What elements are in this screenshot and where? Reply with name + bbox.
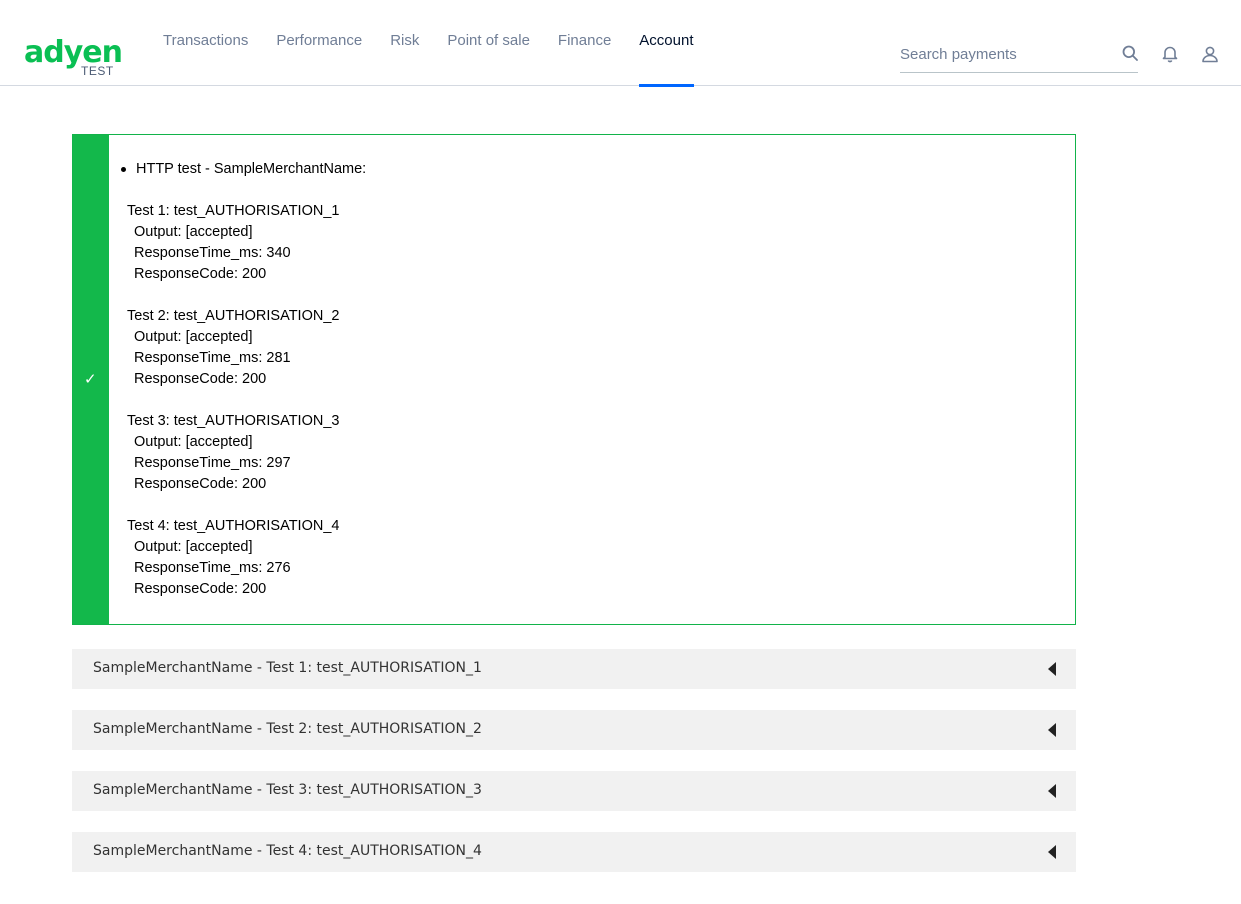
- accordion-label: SampleMerchantName - Test 4: test_AUTHOR…: [93, 843, 482, 859]
- result-heading: HTTP test - SampleMerchantName:: [121, 159, 366, 180]
- test-response-time: ResponseTime_ms: 276: [134, 560, 291, 576]
- nav-item-performance[interactable]: Performance: [262, 0, 376, 86]
- test-result-block: Test 4: test_AUTHORISATION_4 Output: [ac…: [127, 516, 366, 600]
- nav-item-finance[interactable]: Finance: [544, 0, 625, 86]
- test-output: Output: [accepted]: [134, 329, 253, 345]
- triangle-left-icon[interactable]: [1048, 662, 1056, 676]
- test-result-block: Test 2: test_AUTHORISATION_2 Output: [ac…: [127, 306, 366, 390]
- top-header: adyen TEST Transactions Performance Risk…: [0, 0, 1241, 87]
- triangle-left-icon[interactable]: [1048, 784, 1056, 798]
- test-response-time: ResponseTime_ms: 281: [134, 350, 291, 366]
- check-icon: ✓: [84, 370, 97, 388]
- accordion-test-4[interactable]: SampleMerchantName - Test 4: test_AUTHOR…: [72, 832, 1076, 872]
- test-response-time: ResponseTime_ms: 297: [134, 455, 291, 471]
- nav-item-label: Account: [639, 31, 694, 49]
- test-response-code: ResponseCode: 200: [134, 581, 267, 597]
- test-title: Test 3: test_AUTHORISATION_3: [127, 413, 340, 429]
- test-response-time: ResponseTime_ms: 340: [134, 245, 291, 261]
- nav-item-label: Point of sale: [447, 31, 530, 49]
- bell-icon[interactable]: [1162, 45, 1178, 63]
- main-nav: Transactions Performance Risk Point of s…: [149, 0, 708, 87]
- nav-item-transactions[interactable]: Transactions: [149, 0, 262, 86]
- adyen-logo[interactable]: adyen TEST: [24, 38, 123, 79]
- accordion-label: SampleMerchantName - Test 1: test_AUTHOR…: [93, 660, 482, 676]
- nav-item-label: Finance: [557, 31, 612, 49]
- status-bar-success: ✓: [73, 135, 109, 624]
- test-response-code: ResponseCode: 200: [134, 371, 267, 387]
- nav-item-point-of-sale[interactable]: Point of sale: [433, 0, 544, 86]
- test-output: Output: [accepted]: [134, 434, 253, 450]
- triangle-left-icon[interactable]: [1048, 723, 1056, 737]
- nav-item-label: Performance: [276, 31, 363, 49]
- test-result-block: Test 3: test_AUTHORISATION_3 Output: [ac…: [127, 411, 366, 495]
- accordion-test-3[interactable]: SampleMerchantName - Test 3: test_AUTHOR…: [72, 771, 1076, 811]
- test-output: Output: [accepted]: [134, 539, 253, 555]
- nav-item-account[interactable]: Account: [625, 0, 707, 87]
- test-response-code: ResponseCode: 200: [134, 266, 267, 282]
- test-title: Test 4: test_AUTHORISATION_4: [127, 518, 340, 534]
- accordion-label: SampleMerchantName - Test 2: test_AUTHOR…: [93, 721, 482, 737]
- search-bar: [900, 40, 1138, 73]
- nav-item-label: Transactions: [163, 31, 249, 49]
- nav-item-risk[interactable]: Risk: [376, 0, 433, 86]
- test-result-panel: ✓ HTTP test - SampleMerchantName: Test 1…: [72, 134, 1076, 625]
- test-output: Output: [accepted]: [134, 224, 253, 240]
- accordion-test-1[interactable]: SampleMerchantName - Test 1: test_AUTHOR…: [72, 649, 1076, 689]
- user-icon[interactable]: [1201, 45, 1219, 63]
- accordion-label: SampleMerchantName - Test 3: test_AUTHOR…: [93, 782, 482, 798]
- test-title: Test 1: test_AUTHORISATION_1: [127, 203, 340, 219]
- result-heading-text: HTTP test - SampleMerchantName:: [136, 161, 367, 177]
- triangle-left-icon[interactable]: [1048, 845, 1056, 859]
- test-response-code: ResponseCode: 200: [134, 476, 267, 492]
- search-icon[interactable]: [1122, 45, 1138, 61]
- test-result-block: Test 1: test_AUTHORISATION_1 Output: [ac…: [127, 201, 366, 285]
- logo-environment-label: TEST: [81, 64, 114, 78]
- accordion-test-2[interactable]: SampleMerchantName - Test 2: test_AUTHOR…: [72, 710, 1076, 750]
- nav-item-label: Risk: [390, 31, 420, 49]
- test-result-content: HTTP test - SampleMerchantName: Test 1: …: [121, 159, 366, 600]
- test-title: Test 2: test_AUTHORISATION_2: [127, 308, 340, 324]
- search-input[interactable]: [900, 40, 1110, 68]
